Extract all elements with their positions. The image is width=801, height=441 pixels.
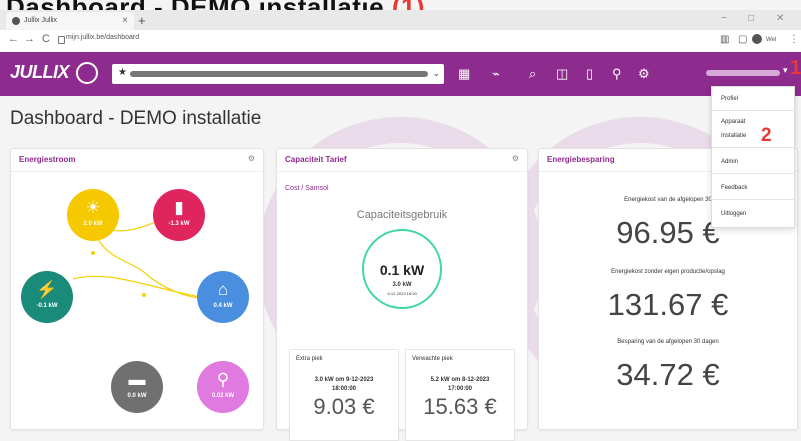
profile-label[interactable]: Wel: [766, 37, 776, 43]
verwachte-piek-line2: 17:00:00: [447, 386, 473, 392]
gauge-date: 9-12-2023 18:00: [387, 291, 417, 296]
savings-value-3: 34.72 €: [616, 357, 720, 392]
new-tab-icon[interactable]: +: [138, 13, 146, 28]
verwachte-piek-detail: 5.2 kW om 8-12-2023 17:00:00: [406, 376, 514, 394]
savings-label-2: Energiekost zonder eigen productie/opsla…: [611, 269, 725, 275]
view-toggle-links[interactable]: Cost / Samsol: [285, 185, 329, 192]
page-title: Dashboard - DEMO installatie: [10, 108, 262, 129]
solar-value: 2.0 kW: [83, 221, 103, 227]
menu-item-uitloggen[interactable]: Uitloggen: [721, 211, 746, 217]
sidepanel-icon[interactable]: ▢: [738, 34, 747, 45]
favicon-icon: [12, 17, 20, 25]
savings-label-3: Besparing van de afgelopen 30 dagen: [617, 339, 719, 345]
url-input[interactable]: mijn.jullix.be/dashboard: [66, 34, 139, 41]
menu-divider: [712, 110, 794, 111]
menu-item-admin[interactable]: Admin: [721, 159, 738, 165]
plug-value: 0.02 kW: [211, 393, 235, 399]
chevron-down-icon: ⌄: [432, 68, 440, 78]
car-icon: ▬: [128, 370, 146, 389]
battery-icon[interactable]: ▯: [586, 66, 593, 82]
verwachte-piek-value: 15.63 €: [423, 394, 497, 419]
solar-node[interactable]: ☀ 2.0 kW: [67, 189, 119, 241]
battery-node-icon: ▮: [174, 198, 184, 217]
menu-divider: [712, 199, 794, 200]
menu-divider: [712, 147, 794, 148]
plug-icon[interactable]: ⚲: [612, 66, 622, 82]
extra-piek-detail: 3.0 kW om 9-12-2023 18:00:00: [290, 376, 398, 394]
menu-divider: [712, 173, 794, 174]
card-title: Energiebesparing: [547, 155, 615, 164]
solar-panel-icon: ☀: [85, 198, 101, 217]
extra-piek-line2: 18:00:00: [331, 386, 357, 392]
gauge-value: 0.1 kW: [379, 262, 425, 278]
home-node[interactable]: ⌂ 0.4 kW: [197, 271, 249, 323]
capaciteit-card: Capaciteit Tarief ⚙ Cost / Samsol Capaci…: [276, 148, 528, 441]
extra-piek-card: Extra piek 3.0 kW om 9-12-2023 18:00:00 9…: [289, 349, 399, 441]
grid-value: -0.1 kW: [36, 303, 58, 309]
annotation-2: 2: [761, 125, 772, 146]
verwachte-piek-title: Verwachte piek: [412, 356, 453, 362]
savings-value-2: 131.67 €: [607, 287, 729, 322]
user-caret-icon[interactable]: ▾: [783, 65, 788, 76]
plug-node[interactable]: ⚲ 0.02 kW: [197, 361, 249, 413]
menu-item-installatie[interactable]: Installatie: [721, 133, 746, 139]
search-icon[interactable]: ⌕: [529, 66, 536, 82]
grid-tower-icon: ⚡: [36, 280, 58, 299]
extension-icon[interactable]: ▥: [720, 34, 729, 45]
extra-piek-title: Extra piek: [296, 356, 323, 362]
energiestroom-card: Energiestroom ⚙ ☀ 2.0 kW ▮ -1.3 kW ⚡ -0.…: [10, 148, 264, 430]
tab-title: Jullix Jullix: [24, 17, 58, 24]
chart-icon[interactable]: ⌁: [492, 66, 500, 82]
home-icon: ⌂: [217, 280, 229, 299]
card-header: Capaciteit Tarief ⚙: [277, 149, 527, 172]
car-node[interactable]: ▬ 0.0 kW: [111, 361, 163, 413]
verwachte-piek-line1: 5.2 kW om 8-12-2023: [430, 377, 490, 383]
gear-icon[interactable]: ⚙: [638, 66, 650, 82]
tab-close-icon[interactable]: ×: [122, 15, 128, 26]
back-icon[interactable]: ←: [8, 33, 19, 45]
verwachte-piek-card: Verwachte piek 5.2 kW om 8-12-2023 17:00:…: [405, 349, 515, 441]
menu-item-profiel[interactable]: Profiel: [721, 96, 738, 102]
installation-select[interactable]: ★ ⌄: [112, 64, 444, 84]
battery-value: -1.3 kW: [168, 221, 190, 227]
gauge-peak: 3.0 kW: [392, 282, 412, 288]
grid-node[interactable]: ⚡ -0.1 kW: [21, 271, 73, 323]
user-dropdown-menu: Profiel Apparaat Installatie Admin Feedb…: [711, 86, 795, 228]
home-value: 0.4 kW: [213, 303, 233, 309]
meter-icon[interactable]: ◫: [556, 66, 568, 82]
battery-node[interactable]: ▮ -1.3 kW: [153, 189, 205, 241]
dashboard-icon[interactable]: ▦: [458, 66, 470, 82]
card-settings-icon[interactable]: ⚙: [512, 154, 519, 163]
star-icon: ★: [118, 67, 127, 78]
card-title: Capaciteit Tarief: [285, 155, 347, 164]
window-minimize-icon[interactable]: −: [721, 13, 727, 24]
browser-tab[interactable]: Jullix Jullix ×: [6, 12, 134, 30]
browser-menu-icon[interactable]: ⋮: [789, 34, 799, 45]
profile-avatar[interactable]: [752, 34, 762, 44]
window-close-icon[interactable]: ✕: [776, 13, 784, 24]
car-value: 0.0 kW: [127, 393, 147, 399]
user-name-redacted[interactable]: [706, 70, 780, 76]
jullix-logo[interactable]: JULLIX: [10, 62, 70, 83]
gauge-title: Capaciteitsgebruik: [356, 209, 448, 221]
extra-piek-line1: 3.0 kW om 9-12-2023: [314, 377, 374, 383]
reload-icon[interactable]: C: [42, 33, 50, 45]
forward-icon[interactable]: →: [24, 33, 35, 45]
window-maximize-icon[interactable]: □: [748, 13, 754, 24]
logo-mark-icon: [76, 62, 98, 84]
lock-icon: [58, 36, 65, 44]
installation-name-redacted: [130, 71, 428, 77]
menu-item-feedback[interactable]: Feedback: [721, 185, 747, 191]
extra-piek-value: 9.03 €: [313, 394, 375, 419]
plug-node-icon: ⚲: [216, 370, 230, 389]
annotation-1: 1: [790, 57, 801, 79]
menu-item-apparaat[interactable]: Apparaat: [721, 119, 745, 125]
